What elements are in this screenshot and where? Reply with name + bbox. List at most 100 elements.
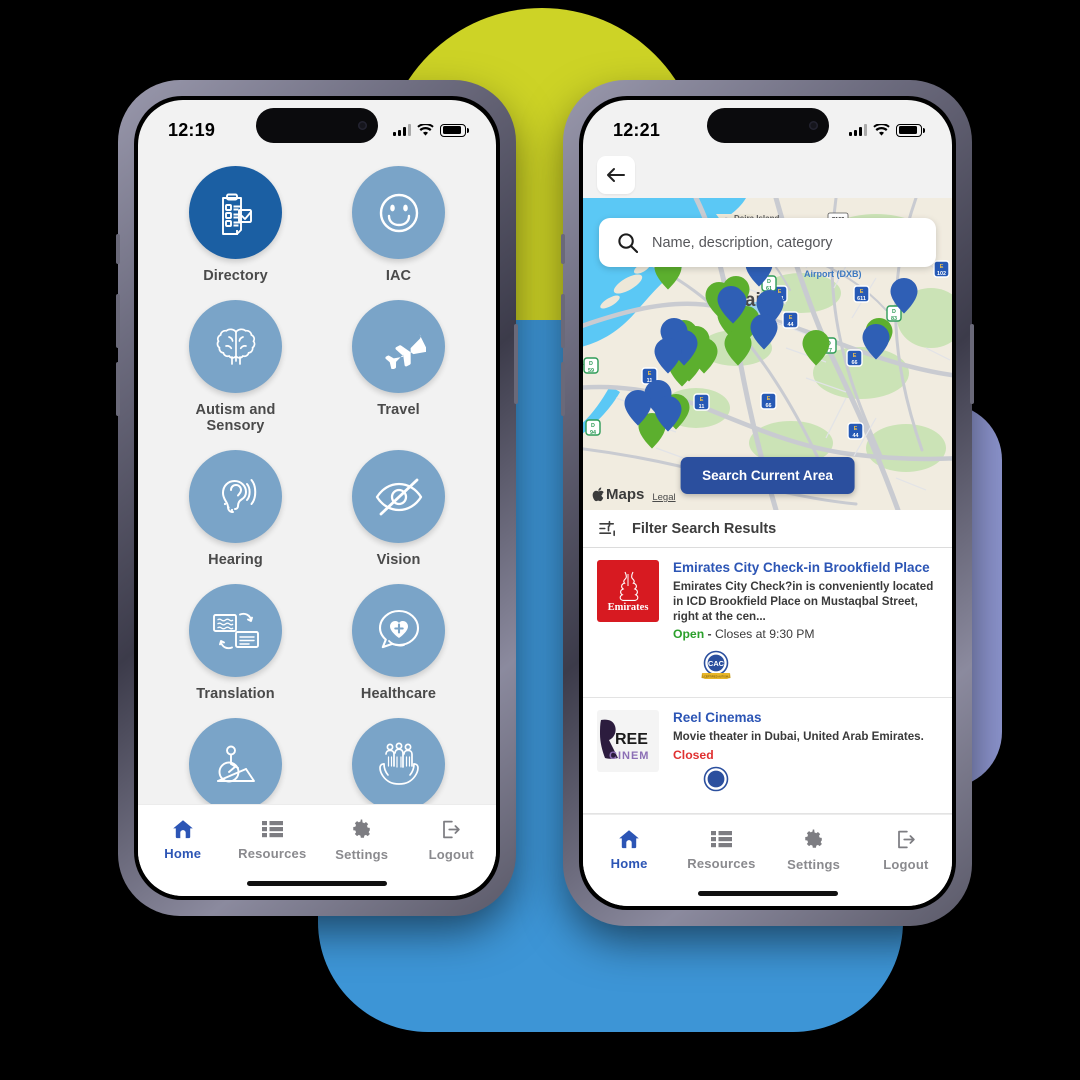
result-title[interactable]: Emirates City Check-in Brookfield Place: [673, 560, 938, 577]
apple-maps-label: Maps: [592, 486, 644, 503]
power-button[interactable]: [970, 324, 974, 404]
tile-label: IAC: [385, 268, 412, 284]
cellular-bars-icon: [393, 124, 411, 136]
svg-text:E: E: [767, 396, 771, 402]
result-item-emirates[interactable]: Emirates Emirates City Check-in Brookfie…: [583, 548, 952, 699]
svg-text:E: E: [700, 397, 704, 403]
tile-vision-circle: [352, 450, 445, 543]
smiley-face-icon: [379, 193, 418, 232]
tile-directory[interactable]: Directory: [172, 166, 299, 284]
svg-text:D: D: [591, 423, 595, 429]
power-button[interactable]: [514, 324, 518, 404]
hands-people-icon: [378, 742, 419, 785]
home-indicator[interactable]: [697, 891, 838, 896]
result-description: Emirates City Check?in is conveniently l…: [673, 579, 934, 623]
tile-label: Translation: [196, 686, 275, 702]
result-title[interactable]: Reel Cinemas: [673, 710, 938, 727]
airplane-icon: [384, 334, 426, 369]
result-info: Reel Cinemas Movie theater in Dubai, Uni…: [673, 710, 938, 803]
tab-logout[interactable]: Logout: [860, 829, 952, 872]
svg-text:59: 59: [588, 368, 594, 374]
status-indicators: [849, 116, 925, 137]
tile-mobility[interactable]: Mobility: [172, 718, 299, 804]
back-button[interactable]: [597, 156, 635, 194]
volume-down-button[interactable]: [116, 362, 120, 416]
search-icon: [618, 233, 638, 253]
reel-text: REE: [615, 731, 648, 748]
reel-cinemas-logo: REE CINEM: [597, 710, 659, 773]
filter-label: Filter Search Results: [632, 520, 777, 537]
filter-search-results-row[interactable]: Filter Search Results: [583, 510, 952, 548]
tab-label: Resources: [238, 846, 307, 861]
volume-up-button[interactable]: [116, 294, 120, 348]
tile-label: Autism and Sensory: [195, 402, 276, 434]
search-placeholder: Name, description, category: [652, 234, 833, 251]
tab-home[interactable]: Home: [583, 829, 675, 871]
tile-healthcare-circle: [352, 584, 445, 677]
dynamic-island: [706, 108, 829, 143]
tile-employment[interactable]: Employment: [335, 718, 462, 804]
tile-autism-and-sensory[interactable]: Autism and Sensory: [172, 300, 299, 434]
list-icon: [710, 831, 732, 848]
svg-text:66: 66: [852, 360, 858, 366]
home-icon: [172, 820, 193, 839]
search-results-list: Emirates Emirates City Check-in Brookfie…: [583, 548, 952, 814]
svg-text:E: E: [853, 353, 857, 359]
svg-text:D: D: [589, 361, 593, 367]
cac-badge: CAC CERTIFIED AUTISM: [699, 648, 938, 687]
tile-healthcare[interactable]: Healthcare: [335, 584, 462, 702]
tile-label: Directory: [203, 268, 268, 284]
silent-switch[interactable]: [116, 234, 120, 264]
search-current-area-button[interactable]: Search Current Area: [680, 457, 855, 494]
tab-settings[interactable]: Settings: [317, 819, 407, 862]
logout-icon: [443, 820, 460, 839]
cac-badge: [699, 764, 938, 803]
tab-label: Logout: [428, 847, 474, 862]
tile-autism-circle: [189, 300, 282, 393]
wifi-icon: [417, 123, 434, 136]
tile-iac[interactable]: IAC: [335, 166, 462, 284]
home-indicator[interactable]: [247, 881, 387, 886]
svg-text:11: 11: [699, 404, 705, 410]
tab-resources[interactable]: Resources: [228, 819, 318, 861]
svg-text:E: E: [648, 371, 652, 377]
cinemas-text: CINEM: [609, 750, 649, 762]
tab-logout[interactable]: Logout: [407, 819, 497, 862]
tile-label: Hearing: [208, 552, 263, 568]
tab-settings[interactable]: Settings: [768, 829, 860, 872]
result-hours: Closes at 9:30 PM: [715, 627, 815, 642]
status-bar-left: 12:19: [138, 100, 496, 152]
tile-iac-circle: [352, 166, 445, 259]
svg-text:D: D: [892, 309, 896, 315]
tile-hearing[interactable]: Hearing: [172, 450, 299, 568]
volume-down-button[interactable]: [561, 362, 565, 416]
tile-mobility-circle: [189, 718, 282, 804]
result-status: Closed: [673, 748, 938, 762]
tile-vision[interactable]: Vision: [335, 450, 462, 568]
cac-certified-autism-center-badge: [703, 766, 729, 792]
tab-home[interactable]: Home: [138, 819, 228, 861]
sliders-icon: [599, 520, 615, 537]
map-view[interactable]: Deira Island Dubai International Airport…: [583, 198, 952, 510]
silent-switch[interactable]: [561, 234, 565, 264]
tile-travel[interactable]: Travel: [335, 300, 462, 434]
svg-text:611: 611: [857, 296, 866, 302]
tab-label: Home: [164, 846, 202, 861]
category-grid: Directory IAC Autism and Sensory Travel …: [172, 166, 462, 804]
map-legal-link[interactable]: Legal: [652, 492, 675, 503]
clipboard-checklist-icon: [221, 193, 252, 235]
logout-icon: [898, 830, 915, 849]
tab-label: Home: [610, 856, 648, 871]
volume-up-button[interactable]: [561, 294, 565, 348]
front-camera-icon: [358, 121, 367, 130]
svg-text:102: 102: [937, 271, 946, 277]
phone-right: 12:21 Airport (DXB) E 102 E E 611 E 66 E…: [561, 80, 974, 926]
list-icon: [261, 821, 283, 838]
translate-exchange-icon: [212, 612, 259, 649]
emirates-logo: Emirates: [597, 560, 659, 622]
result-item-reel-cinemas[interactable]: REE CINEM Reel Cinemas Movie theater in …: [583, 698, 952, 814]
result-info: Emirates City Check-in Brookfield Place …: [673, 560, 938, 687]
tab-resources[interactable]: Resources: [675, 829, 767, 871]
tile-translation[interactable]: Translation: [172, 584, 299, 702]
search-bar[interactable]: Name, description, category: [599, 218, 936, 267]
